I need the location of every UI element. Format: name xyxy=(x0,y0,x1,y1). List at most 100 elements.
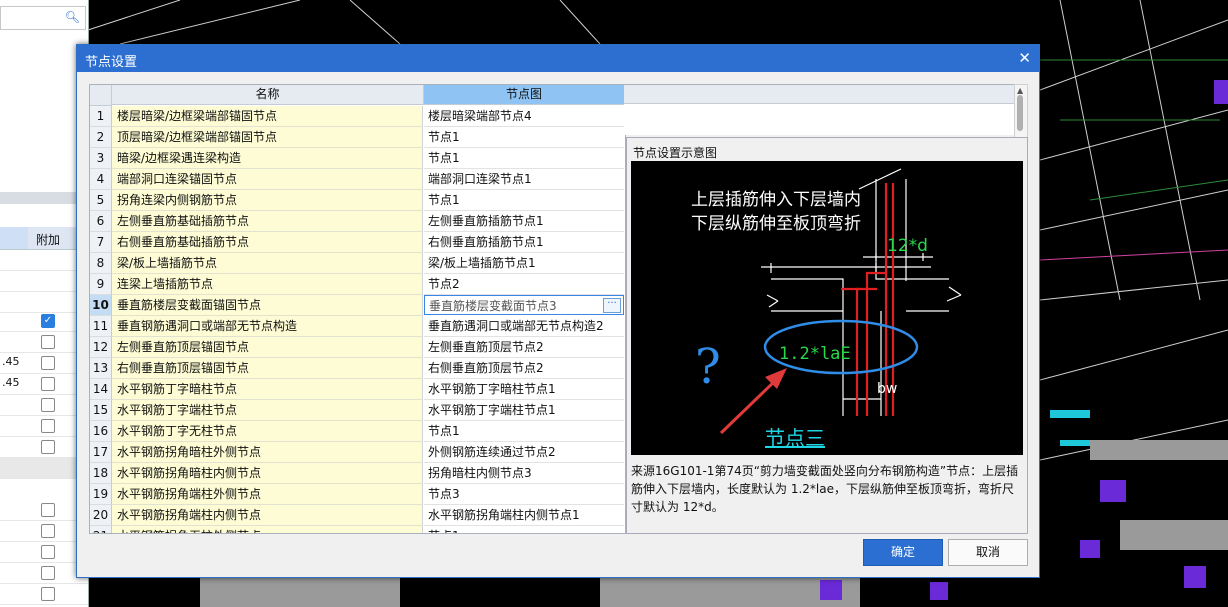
table-row[interactable]: 7 右侧垂直筋基础插筋节点 右侧垂直筋插筋节点1 xyxy=(90,232,625,253)
attach-checkbox[interactable] xyxy=(41,377,55,391)
close-icon[interactable]: ✕ xyxy=(1018,49,1031,67)
table-row[interactable]: 6 左侧垂直筋基础插筋节点 左侧垂直筋插筋节点1 xyxy=(90,211,625,232)
cell-node-name[interactable]: 连梁上墙插筋节点 xyxy=(112,274,423,295)
cell-node-diagram[interactable]: 右侧垂直筋顶层节点2 xyxy=(424,358,624,379)
scroll-up-icon[interactable]: ▲ xyxy=(1017,86,1023,95)
table-row[interactable]: 9 连梁上墙插筋节点 节点2 xyxy=(90,274,625,295)
cell-node-diagram[interactable]: 拐角暗柱内侧节点3 xyxy=(424,463,624,484)
row-number[interactable]: 5 xyxy=(90,190,112,211)
row-number[interactable]: 18 xyxy=(90,463,112,484)
cell-node-diagram[interactable]: 节点1 xyxy=(424,148,624,169)
cell-node-name[interactable]: 顶层暗梁/边框梁端部锚固节点 xyxy=(112,127,423,148)
table-row[interactable]: 14 水平钢筋丁字暗柱节点 水平钢筋丁字暗柱节点1 xyxy=(90,379,625,400)
cell-node-diagram[interactable]: 节点1 xyxy=(424,127,624,148)
cell-node-diagram[interactable]: 端部洞口连梁节点1 xyxy=(424,169,624,190)
table-row[interactable]: 15 水平钢筋丁字端柱节点 水平钢筋丁字端柱节点1 xyxy=(90,400,625,421)
cell-node-name[interactable]: 端部洞口连梁锚固节点 xyxy=(112,169,423,190)
cell-node-diagram[interactable]: 水平钢筋拐角端柱内侧节点1 xyxy=(424,505,624,526)
column-header-name[interactable]: 名称 xyxy=(112,85,424,105)
cell-node-name[interactable]: 左侧垂直筋顶层锚固节点 xyxy=(112,337,423,358)
row-number[interactable]: 7 xyxy=(90,232,112,253)
attach-checkbox[interactable]: ✓ xyxy=(41,314,55,328)
attach-checkbox[interactable] xyxy=(41,440,55,454)
cell-node-diagram[interactable]: 节点1 xyxy=(424,421,624,442)
dialog-titlebar[interactable]: 节点设置 ✕ xyxy=(77,45,1039,72)
row-number[interactable]: 20 xyxy=(90,505,112,526)
row-number[interactable]: 16 xyxy=(90,421,112,442)
cell-node-name[interactable]: 垂直钢筋遇洞口或端部无节点构造 xyxy=(112,316,423,337)
row-number[interactable]: 17 xyxy=(90,442,112,463)
column-header-node[interactable]: 节点图 xyxy=(424,85,624,105)
table-row[interactable]: 3 暗梁/边框梁遇连梁构造 节点1 xyxy=(90,148,625,169)
attach-checkbox[interactable] xyxy=(41,398,55,412)
cell-node-name[interactable]: 暗梁/边框梁遇连梁构造 xyxy=(112,148,423,169)
table-row[interactable]: 12 左侧垂直筋顶层锚固节点 左侧垂直筋顶层节点2 xyxy=(90,337,625,358)
row-number[interactable]: 13 xyxy=(90,358,112,379)
attach-checkbox[interactable] xyxy=(41,503,55,517)
table-row[interactable]: 19 水平钢筋拐角端柱外侧节点 节点3 xyxy=(90,484,625,505)
cell-node-diagram[interactable]: 外侧钢筋连续通过节点2 xyxy=(424,442,624,463)
cell-node-name[interactable]: 垂直筋楼层变截面锚固节点 xyxy=(112,295,423,316)
table-row[interactable]: 11 垂直钢筋遇洞口或端部无节点构造 垂直筋遇洞口或端部无节点构造2 xyxy=(90,316,625,337)
cell-node-diagram[interactable]: 节点1 xyxy=(424,526,624,533)
cell-node-diagram[interactable]: 垂直筋遇洞口或端部无节点构造2 xyxy=(424,316,624,337)
cell-node-name[interactable]: 右侧垂直筋顶层锚固节点 xyxy=(112,358,423,379)
cell-node-diagram[interactable]: 水平钢筋丁字暗柱节点1 xyxy=(424,379,624,400)
table-row[interactable]: 17 水平钢筋拐角暗柱外侧节点 外侧钢筋连续通过节点2 xyxy=(90,442,625,463)
vertical-scrollbar[interactable]: ▲ xyxy=(1014,84,1028,138)
cell-node-name[interactable]: 水平钢筋拐角暗柱外侧节点 xyxy=(112,442,423,463)
attach-checkbox[interactable] xyxy=(41,545,55,559)
attach-checkbox[interactable] xyxy=(41,419,55,433)
table-row[interactable]: 16 水平钢筋丁字无柱节点 节点1 xyxy=(90,421,625,442)
row-number[interactable]: 14 xyxy=(90,379,112,400)
attach-checkbox[interactable] xyxy=(41,566,55,580)
cell-node-name[interactable]: 水平钢筋拐角端柱外侧节点 xyxy=(112,484,423,505)
cell-node-diagram[interactable]: 水平钢筋丁字端柱节点1 xyxy=(424,400,624,421)
cell-node-name[interactable]: 水平钢筋丁字无柱节点 xyxy=(112,421,423,442)
table-row[interactable]: 1 楼层暗梁/边框梁端部锚固节点 楼层暗梁端部节点4 xyxy=(90,106,625,127)
row-number[interactable]: 6 xyxy=(90,211,112,232)
cancel-button[interactable]: 取消 xyxy=(948,539,1028,566)
row-number[interactable]: 15 xyxy=(90,400,112,421)
cell-node-name[interactable]: 右侧垂直筋基础插筋节点 xyxy=(112,232,423,253)
cell-node-name[interactable]: 水平钢筋拐角暗柱内侧节点 xyxy=(112,463,423,484)
search-icon[interactable]: 🔍︎ xyxy=(65,10,80,24)
attach-checkbox[interactable] xyxy=(41,524,55,538)
cell-node-diagram[interactable]: 节点1 xyxy=(424,190,624,211)
row-number[interactable]: 10 xyxy=(90,295,112,316)
cell-node-name[interactable]: 拐角连梁内侧钢筋节点 xyxy=(112,190,423,211)
cell-node-name[interactable]: 水平钢筋丁字暗柱节点 xyxy=(112,379,423,400)
cell-node-name[interactable]: 梁/板上墙插筋节点 xyxy=(112,253,423,274)
attach-checkbox[interactable] xyxy=(41,587,55,601)
table-row[interactable]: 4 端部洞口连梁锚固节点 端部洞口连梁节点1 xyxy=(90,169,625,190)
cell-node-diagram[interactable]: 梁/板上墙插筋节点1 xyxy=(424,253,624,274)
row-number[interactable]: 4 xyxy=(90,169,112,190)
cell-node-name[interactable]: 水平钢筋拐角无柱外侧节点 xyxy=(112,526,423,533)
table-row[interactable]: 5 拐角连梁内侧钢筋节点 节点1 xyxy=(90,190,625,211)
table-row[interactable]: 18 水平钢筋拐角暗柱内侧节点 拐角暗柱内侧节点3 xyxy=(90,463,625,484)
table-row[interactable]: 10 垂直筋楼层变截面锚固节点 垂直筋楼层变截面节点3 ··· xyxy=(90,295,625,316)
row-number[interactable]: 1 xyxy=(90,106,112,127)
cell-node-name[interactable]: 楼层暗梁/边框梁端部锚固节点 xyxy=(112,106,423,127)
row-number[interactable]: 12 xyxy=(90,337,112,358)
table-row[interactable]: 8 梁/板上墙插筋节点 梁/板上墙插筋节点1 xyxy=(90,253,625,274)
cell-node-diagram[interactable]: 右侧垂直筋插筋节点1 xyxy=(424,232,624,253)
cell-node-name[interactable]: 左侧垂直筋基础插筋节点 xyxy=(112,211,423,232)
row-number[interactable]: 3 xyxy=(90,148,112,169)
cell-node-diagram[interactable]: 楼层暗梁端部节点4 xyxy=(424,106,624,127)
row-number[interactable]: 9 xyxy=(90,274,112,295)
cell-node-name[interactable]: 水平钢筋拐角端柱内侧节点 xyxy=(112,505,423,526)
search-input[interactable]: 🔍︎ xyxy=(0,6,86,30)
row-number[interactable]: 11 xyxy=(90,316,112,337)
ok-button[interactable]: 确定 xyxy=(863,539,943,566)
attach-checkbox[interactable] xyxy=(41,335,55,349)
cell-node-name[interactable]: 水平钢筋丁字端柱节点 xyxy=(112,400,423,421)
cell-node-diagram-editor[interactable]: 垂直筋楼层变截面节点3 ··· xyxy=(424,295,624,315)
table-row[interactable]: 20 水平钢筋拐角端柱内侧节点 水平钢筋拐角端柱内侧节点1 xyxy=(90,505,625,526)
table-row[interactable]: 13 右侧垂直筋顶层锚固节点 右侧垂直筋顶层节点2 xyxy=(90,358,625,379)
row-number[interactable]: 19 xyxy=(90,484,112,505)
cell-node-diagram[interactable]: 节点2 xyxy=(424,274,624,295)
row-number[interactable]: 21 xyxy=(90,526,112,533)
scroll-thumb[interactable] xyxy=(1017,95,1023,131)
row-number[interactable]: 2 xyxy=(90,127,112,148)
